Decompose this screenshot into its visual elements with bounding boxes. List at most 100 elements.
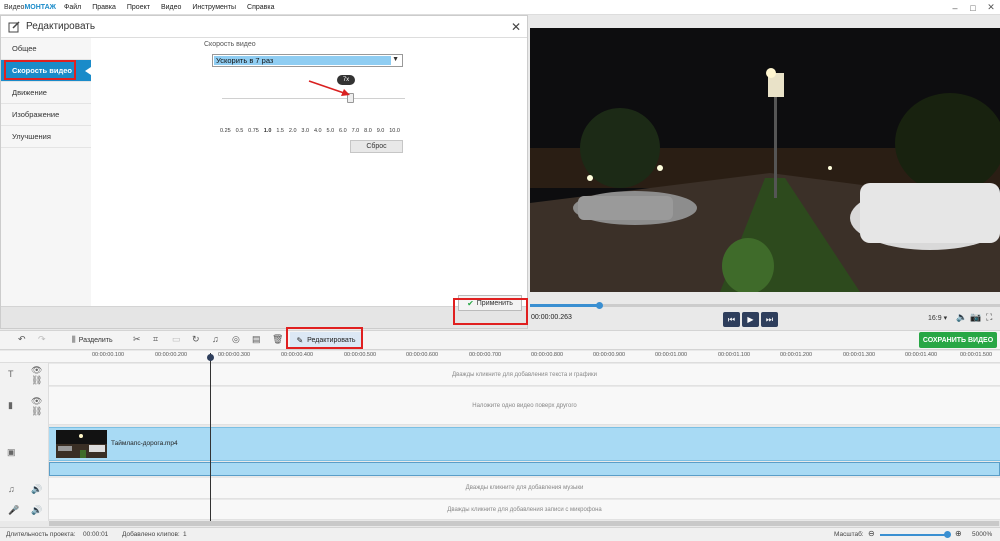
chevron-down-icon: ▼ (392, 56, 399, 63)
scale-label: 8.0 (364, 128, 372, 134)
ruler-tick: 00:00:00.100 (92, 352, 125, 358)
clips-label: Добавлено клипов: (122, 531, 180, 538)
ruler-tick: 00:00:00.500 (344, 352, 377, 358)
menu-video[interactable]: Видео (161, 4, 181, 11)
scale-label: 0.25 (220, 128, 231, 134)
ruler-tick: 00:00:01.200 (780, 352, 813, 358)
edit-panel: Редактировать ✕ Общее Скорость видео Дви… (0, 15, 528, 329)
music-track[interactable]: Дважды кликните для добавления музыки (49, 478, 1000, 499)
nav-image[interactable]: Изображение (1, 104, 91, 126)
close-window-icon[interactable]: ✕ (982, 0, 1000, 15)
clip-settings-icon[interactable]: ▤ (252, 334, 261, 345)
menu-tools[interactable]: Инструменты (192, 4, 236, 11)
clip-audio-bar[interactable] (49, 462, 1000, 476)
video-frame-image (530, 28, 1000, 292)
app-logo: ВидеоМОНТАЖ (4, 3, 57, 11)
scissors-icon[interactable]: ✂ (133, 334, 141, 345)
ruler-tick: 00:00:00.300 (218, 352, 251, 358)
duration-label: Длительность проекта: (6, 531, 76, 538)
camera-icon[interactable]: 📷 (970, 312, 981, 323)
clip-name: Таймлапс-дорога.mp4 (111, 440, 178, 447)
save-video-button[interactable]: СОХРАНИТЬ ВИДЕО (919, 332, 997, 348)
speaker-icon[interactable]: 🔊 (31, 505, 42, 516)
apply-bar (1, 306, 527, 328)
highlight-apply (453, 298, 528, 325)
playhead-knob[interactable] (207, 354, 214, 361)
target-icon[interactable]: ◎ (232, 334, 240, 345)
frame-icon[interactable]: ▭ (172, 334, 181, 345)
ruler-tick: 00:00:00.400 (281, 352, 314, 358)
split-button[interactable]: ⫼ Разделить (72, 335, 113, 345)
undo-icon[interactable]: ↶ (18, 334, 26, 345)
volume-icon[interactable]: 🔈 (956, 312, 967, 323)
ruler-tick: 00:00:01.400 (905, 352, 938, 358)
prev-frame-button[interactable]: ⏮ (723, 312, 740, 327)
zoom-label: Масштаб: (834, 531, 864, 538)
scale-label: 5.0 (326, 128, 335, 134)
ruler-tick: 00:00:01.000 (655, 352, 688, 358)
zoom-in-icon[interactable]: ⊕ (955, 529, 962, 538)
speed-label: Скорость видео (204, 41, 256, 48)
ruler-tick: 00:00:00.900 (593, 352, 626, 358)
close-icon[interactable]: ✕ (511, 20, 521, 34)
link-icon[interactable]: ⛓ (31, 406, 42, 417)
progress-knob[interactable] (596, 302, 603, 309)
nav-motion[interactable]: Движение (1, 82, 91, 104)
link-icon[interactable]: ⛓ (31, 375, 42, 386)
aspect-ratio-select[interactable]: 16:9 ▾ (928, 314, 947, 322)
overlay-track-icon: ▮ (8, 400, 13, 410)
red-arrow-icon (308, 80, 350, 96)
duration-value: 00:00:01 (83, 531, 109, 538)
maximize-icon[interactable]: □ (964, 0, 982, 15)
audio-track-icon[interactable]: ♫ (212, 334, 219, 344)
ruler-tick: 00:00:00.800 (531, 352, 564, 358)
progress-fill (530, 304, 600, 307)
ruler-tick: 00:00:01.300 (843, 352, 876, 358)
speaker-icon[interactable]: 🔊 (31, 484, 42, 495)
reset-button[interactable]: Сброс (350, 140, 403, 153)
music-track-icon: ♫ (8, 484, 15, 494)
skip-back-icon: ⏮ (727, 314, 736, 324)
nav-enhancements[interactable]: Улучшения (1, 126, 91, 148)
scale-label: 0.5 (235, 128, 244, 134)
zoom-out-icon[interactable]: ⊖ (868, 529, 875, 538)
track-headers (0, 363, 49, 521)
menu-help[interactable]: Справка (247, 4, 274, 11)
ruler-tick: 00:00:01.500 (960, 352, 993, 358)
ruler-tick: 00:00:01.100 (718, 352, 751, 358)
text-track[interactable]: Дважды кликните для добавления текста и … (49, 364, 1000, 386)
playhead[interactable] (210, 353, 211, 521)
speed-select[interactable]: Ускорить в 7 раз ▼ (212, 54, 403, 67)
skip-forward-icon: ⏭ (765, 314, 774, 324)
next-frame-button[interactable]: ⏭ (761, 312, 778, 327)
scale-label: 6.0 (339, 128, 347, 134)
edit-sidebar: Общее Скорость видео Движение Изображени… (1, 38, 91, 328)
scale-label: 2.0 (288, 128, 297, 134)
menu-project[interactable]: Проект (127, 4, 150, 11)
timeline-toolbar (0, 330, 1000, 350)
overlay-track[interactable]: Наложите одно видео поверх другого (49, 387, 1000, 425)
video-clip[interactable] (49, 427, 1000, 461)
minimize-icon[interactable]: – (946, 0, 964, 15)
scale-label: 10.0 (389, 128, 400, 134)
menu-edit[interactable]: Правка (92, 4, 116, 11)
edit-panel-title: Редактировать (26, 21, 96, 32)
redo-icon[interactable]: ↷ (38, 334, 46, 345)
video-preview[interactable] (530, 28, 1000, 292)
zoom-value: 5000% (972, 531, 993, 538)
nav-general[interactable]: Общее (1, 38, 91, 60)
mic-track[interactable]: Дважды кликните для добавления записи с … (49, 500, 1000, 520)
zoom-slider-knob[interactable] (944, 531, 951, 538)
timecode: 00:00:00.263 (531, 314, 572, 321)
menu-file[interactable]: Файл (64, 4, 81, 11)
crop-icon[interactable]: ⌗ (153, 334, 158, 345)
zoom-slider[interactable] (880, 534, 946, 536)
edit-icon (8, 20, 20, 32)
timeline-scrollbar[interactable] (49, 521, 1000, 526)
play-button[interactable]: ▶ (742, 312, 759, 327)
rotate-icon[interactable]: ↻ (192, 334, 200, 345)
fullscreen-icon[interactable]: ⛶ (986, 312, 992, 323)
play-icon: ▶ (747, 315, 754, 324)
highlight-edit (286, 327, 363, 349)
trash-icon[interactable]: 🗑 (272, 334, 283, 345)
